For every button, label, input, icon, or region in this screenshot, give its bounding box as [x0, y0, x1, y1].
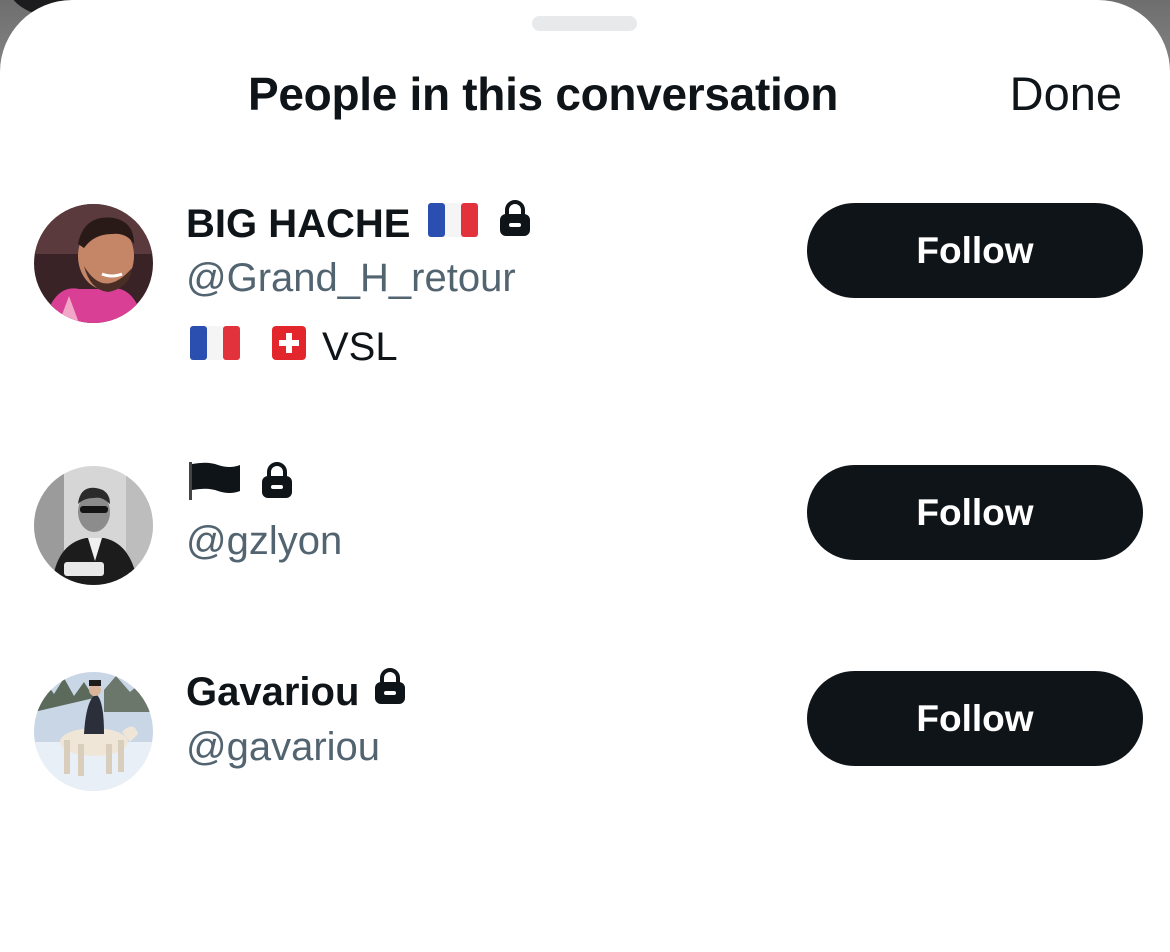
lock-icon	[260, 460, 294, 512]
lock-icon	[373, 666, 407, 718]
display-name-text: Gavariou	[186, 670, 360, 714]
avatar[interactable]	[34, 204, 153, 323]
user-bio: VSL	[186, 321, 398, 373]
lock-icon	[498, 198, 532, 250]
france-flag-icon	[190, 325, 240, 370]
black-flag-icon	[188, 460, 242, 513]
switzerland-flag-icon	[272, 325, 306, 370]
follow-button[interactable]: Follow	[807, 671, 1143, 766]
user-handle: @gzlyon	[186, 519, 343, 563]
france-flag-icon	[428, 198, 479, 250]
people-bottom-sheet: People in this conversation Done BIG HAC…	[0, 0, 1170, 952]
bio-text: VSL	[322, 324, 398, 369]
avatar[interactable]	[34, 466, 153, 585]
avatar[interactable]	[34, 672, 153, 791]
display-name-text: BIG HACHE	[186, 202, 411, 246]
sheet-title: People in this conversation	[248, 68, 839, 120]
display-name: BIG HACHE	[186, 198, 532, 250]
display-name: Gavariou	[186, 666, 407, 718]
user-handle: @gavariou	[186, 725, 381, 769]
user-handle: @Grand_H_retour	[186, 256, 516, 300]
follow-button[interactable]: Follow	[807, 465, 1143, 560]
follow-button[interactable]: Follow	[807, 203, 1143, 298]
sheet-grabber-handle[interactable]	[532, 16, 637, 31]
display-name	[186, 460, 294, 512]
done-button[interactable]: Done	[1010, 62, 1122, 126]
